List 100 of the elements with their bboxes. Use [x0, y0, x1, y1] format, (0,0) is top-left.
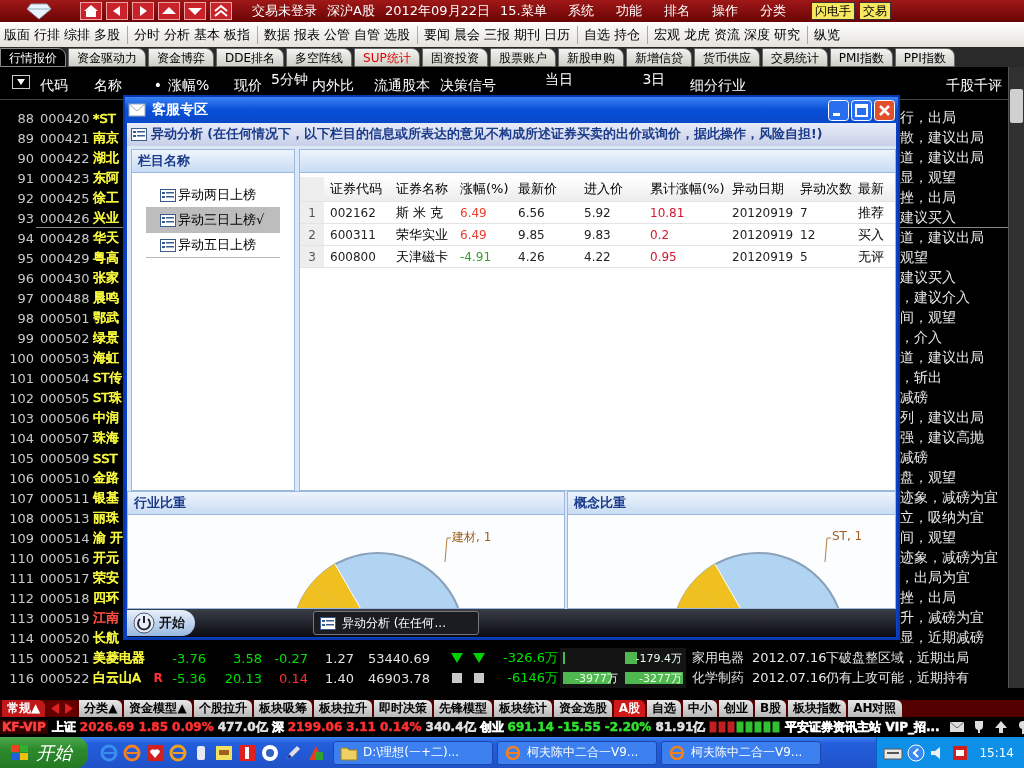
- tab[interactable]: 新股申购: [557, 48, 624, 67]
- tab[interactable]: 资金博弈: [148, 48, 214, 67]
- tab[interactable]: 创业: [719, 700, 753, 717]
- toolbar-item[interactable]: 多股: [94, 25, 120, 44]
- column-header[interactable]: 千股千评: [946, 71, 1008, 95]
- tab[interactable]: 股票账户: [489, 48, 556, 67]
- toolbar-item[interactable]: 行排: [34, 25, 60, 44]
- maximize-button[interactable]: [851, 99, 872, 121]
- browser-icon[interactable]: [169, 743, 187, 762]
- tab[interactable]: 即时决策: [373, 700, 432, 717]
- column-header[interactable]: 内外比: [308, 71, 354, 95]
- tab[interactable]: 板块拉升: [313, 700, 372, 717]
- list-item[interactable]: 异动三日上榜√: [146, 208, 280, 233]
- minimize-button[interactable]: [828, 99, 849, 121]
- tab[interactable]: 先锋模型: [433, 700, 492, 717]
- toolbar-item[interactable]: 分时: [134, 25, 160, 44]
- tab[interactable]: 自选: [647, 700, 681, 717]
- diamond-icon[interactable]: [26, 2, 52, 20]
- tab[interactable]: 板块统计: [493, 700, 552, 717]
- toolbar-item[interactable]: 综排: [64, 25, 90, 44]
- column-header[interactable]: 3日: [622, 71, 686, 89]
- tab[interactable]: DDE排名: [216, 48, 285, 67]
- column-header[interactable]: 流通股本: [354, 71, 430, 95]
- toolbar-item[interactable]: 版面: [4, 25, 30, 44]
- toolbar-item[interactable]: 要闻: [424, 25, 450, 44]
- close-button[interactable]: [874, 99, 895, 121]
- left-right-arrows-icon[interactable]: [47, 701, 78, 716]
- column-header[interactable]: 名称: [90, 71, 148, 95]
- column-header[interactable]: 累计涨幅(%): [644, 180, 726, 198]
- dropdown-icon[interactable]: [12, 75, 30, 89]
- toolbar-item[interactable]: 持仓: [614, 25, 640, 44]
- toolbar-item[interactable]: 三报: [484, 25, 510, 44]
- app-icon[interactable]: [238, 743, 256, 762]
- toolbar-item[interactable]: 数据: [264, 25, 290, 44]
- tab[interactable]: 多空阵线: [286, 48, 353, 67]
- toolbar-item[interactable]: 龙虎: [684, 25, 710, 44]
- tab[interactable]: AH对照: [848, 700, 902, 717]
- taskbar-button[interactable]: D:\理想(一+二)...: [333, 740, 493, 765]
- column-header[interactable]: 最新: [852, 180, 895, 198]
- taskbar-button[interactable]: 异动分析 (在任何...: [313, 611, 479, 635]
- tab[interactable]: A股: [613, 700, 645, 717]
- column-header[interactable]: 代码: [36, 71, 90, 95]
- tab[interactable]: 资金选股: [553, 700, 612, 717]
- menu-item[interactable]: 排名: [663, 2, 690, 20]
- toolbar-item[interactable]: 资流: [714, 25, 740, 44]
- column-header[interactable]: 进入价: [578, 180, 644, 198]
- toolbar-item[interactable]: 选股: [384, 25, 410, 44]
- toolbar-item[interactable]: 分析: [164, 25, 190, 44]
- toolbar-item[interactable]: 期刊: [514, 25, 540, 44]
- column-header[interactable]: 证券名称: [390, 180, 454, 198]
- column-header[interactable]: 当日: [496, 71, 622, 89]
- app-icon[interactable]: [261, 743, 279, 762]
- toolbar-item[interactable]: 自选: [584, 25, 610, 44]
- toolbar-item[interactable]: 晨会: [454, 25, 480, 44]
- tab[interactable]: 中小: [683, 700, 717, 717]
- column-header[interactable]: 最新价: [512, 180, 578, 198]
- toolbar-item[interactable]: 研究: [774, 25, 800, 44]
- list-item[interactable]: 异动五日上榜: [146, 233, 280, 258]
- tab[interactable]: 资金模型▲: [124, 700, 192, 717]
- toolbar-item[interactable]: 纵览: [814, 25, 840, 44]
- toolbar-item[interactable]: 基本: [194, 25, 220, 44]
- tab[interactable]: 分类▲: [79, 700, 123, 717]
- tab[interactable]: 行情报价: [0, 48, 66, 67]
- tab[interactable]: SUP统计: [354, 48, 420, 67]
- toolbar-item[interactable]: 自管: [354, 25, 380, 44]
- tab[interactable]: 新增信贷: [625, 48, 692, 67]
- column-header[interactable]: 异动次数: [794, 180, 852, 198]
- tab[interactable]: B股: [755, 700, 787, 717]
- column-header[interactable]: 细分行业: [686, 71, 752, 95]
- pen-icon[interactable]: [284, 743, 302, 762]
- menu-item[interactable]: 功能: [615, 2, 642, 20]
- column-header[interactable]: •: [148, 71, 168, 93]
- chevron-icon[interactable]: [907, 743, 926, 762]
- toolbar-item[interactable]: 深度: [744, 25, 770, 44]
- scrollbar[interactable]: [1008, 67, 1024, 688]
- column-header[interactable]: 决策信号: [430, 71, 496, 95]
- tab[interactable]: 资金驱动力: [68, 48, 146, 67]
- tab[interactable]: 货币供应: [693, 48, 760, 67]
- toolbar-item[interactable]: 板指: [224, 25, 250, 44]
- column-header[interactable]: 证券代码: [324, 180, 390, 198]
- taskbar-button[interactable]: 柯夫陈中二合一V9...: [661, 740, 821, 765]
- home-icon[interactable]: [80, 2, 102, 20]
- tab[interactable]: PPI指数: [894, 48, 955, 67]
- taskbar-button[interactable]: 柯夫陈中二合一V9...: [497, 740, 657, 765]
- tab[interactable]: 交易统计: [761, 48, 828, 67]
- quick-button[interactable]: 交易: [858, 2, 891, 20]
- tab[interactable]: 板块吸筹: [253, 700, 312, 717]
- toolbar-item[interactable]: 宏观: [654, 25, 680, 44]
- column-header[interactable]: 5分钟: [262, 71, 308, 89]
- quick-button[interactable]: 闪电手: [810, 2, 855, 20]
- tab[interactable]: 个股拉升: [193, 700, 252, 717]
- menu-item[interactable]: 分类: [759, 2, 786, 20]
- column-header[interactable]: 涨幅(%): [454, 180, 512, 198]
- app-icon[interactable]: [951, 743, 970, 762]
- menu-item[interactable]: 系统: [567, 2, 594, 20]
- toolbar-item[interactable]: 公管: [324, 25, 350, 44]
- column-header[interactable]: 异动日期: [726, 180, 794, 198]
- toolbar-item[interactable]: 日历: [544, 25, 570, 44]
- start-button[interactable]: 开始: [127, 610, 195, 636]
- tab[interactable]: 固资投资: [421, 48, 488, 67]
